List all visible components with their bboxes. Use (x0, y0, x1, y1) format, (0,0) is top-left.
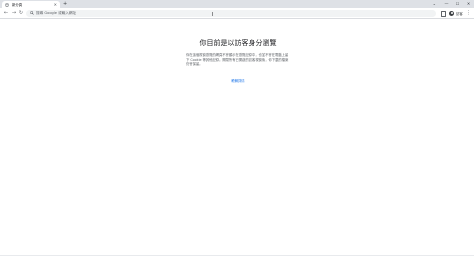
tab-active[interactable]: 新分頁 ✕ (2, 1, 60, 8)
text-cursor-icon: I (212, 12, 214, 18)
omnibox[interactable] (26, 9, 436, 17)
reload-icon[interactable]: ↻ (18, 10, 24, 16)
chevron-down-icon[interactable]: ⌄ (433, 1, 436, 7)
window-close-icon[interactable]: ✕ (463, 0, 474, 8)
tab-strip: 新分頁 ✕ + ⌄ — ☐ ✕ (0, 0, 474, 8)
forward-arrow-icon[interactable]: → (11, 10, 17, 16)
minimize-icon[interactable]: — (441, 0, 452, 8)
side-panel-icon[interactable] (441, 10, 446, 17)
address-bar-input[interactable] (36, 9, 416, 17)
plus-icon[interactable]: + (63, 1, 67, 7)
incognito-icon (5, 2, 9, 7)
profile-label: 訪客 (456, 11, 463, 16)
search-icon (30, 10, 34, 17)
guest-avatar-icon (449, 10, 454, 16)
tab-title: 新分頁 (12, 2, 23, 7)
maximize-icon[interactable]: ☐ (452, 0, 463, 8)
window-controls: — ☐ ✕ (441, 0, 474, 8)
guest-page: 你目前是以訪客身分瀏覽 你在這個視窗瀏覽的網頁不會顯示在瀏覽記錄中，也並不會在電… (0, 19, 474, 256)
back-arrow-icon[interactable]: ← (3, 10, 9, 16)
learn-more-link[interactable]: 瞭解詳情 (186, 78, 290, 83)
page-title: 你目前是以訪客身分瀏覽 (199, 39, 277, 47)
close-icon[interactable]: ✕ (54, 2, 57, 7)
menu-icon[interactable]: ⋮ (466, 10, 471, 16)
toolbar: ← → ↻ 訪客 ⋮ (0, 8, 474, 19)
guest-description: 你在這個視窗瀏覽的網頁不會顯示在瀏覽記錄中，也並不會在電腦上留下 Cookie … (186, 53, 289, 67)
guest-info: 你目前是以訪客身分瀏覽 你在這個視窗瀏覽的網頁不會顯示在瀏覽記錄中，也並不會在電… (186, 39, 290, 83)
profile-button[interactable]: 訪客 (448, 10, 466, 17)
